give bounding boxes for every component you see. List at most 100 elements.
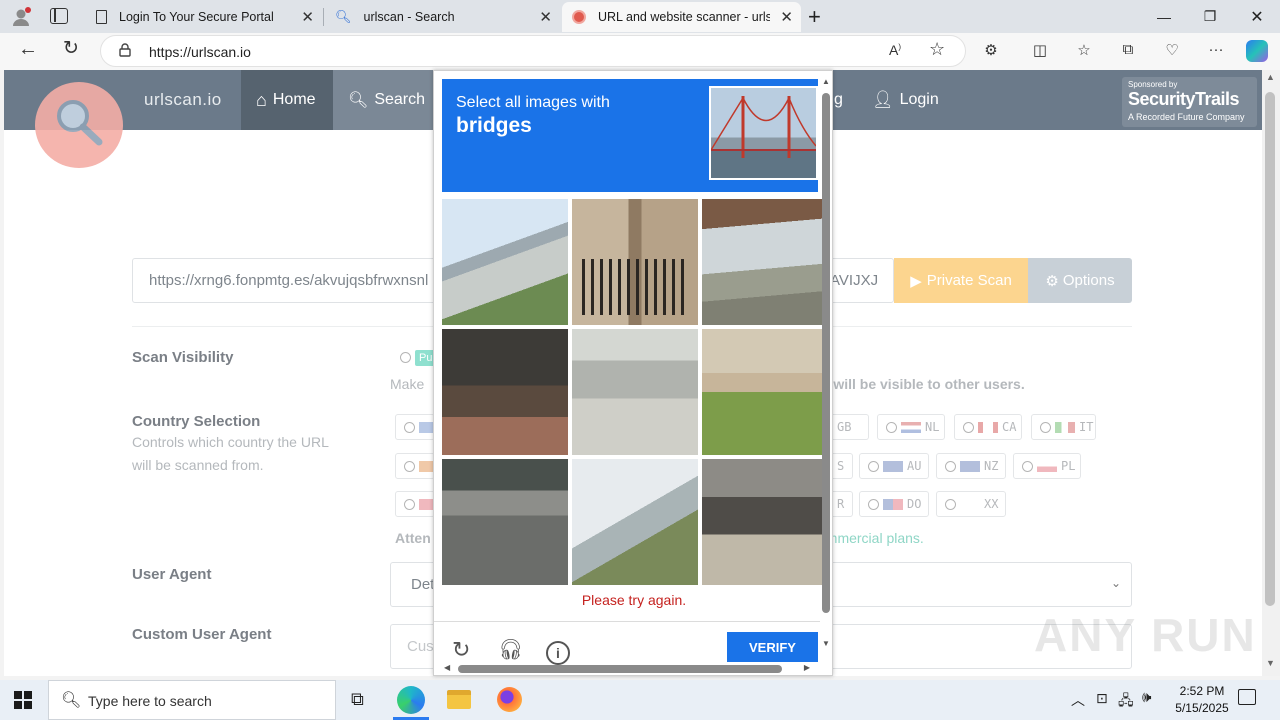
captcha-hscrollbar[interactable]: ◀ ▶ — [444, 663, 810, 675]
scroll-down-icon[interactable]: ▼ — [1266, 658, 1275, 668]
notifications-icon[interactable] — [1238, 689, 1256, 705]
more-menu-icon[interactable]: ··· — [1206, 41, 1226, 58]
country-code: NZ — [984, 459, 999, 473]
country-option-gb[interactable]: GB — [829, 414, 869, 440]
back-icon[interactable]: ← — [18, 38, 38, 61]
tab-urlscan-search[interactable]: 🔍︎ urlscan - Search ✕ — [325, 2, 560, 32]
scroll-up-icon[interactable]: ▲ — [822, 77, 830, 86]
scroll-down-icon[interactable]: ▼ — [822, 639, 830, 648]
country-option-ca[interactable]: CA — [954, 414, 1022, 440]
country-option-partial[interactable] — [395, 414, 435, 440]
sponsor-small: Sponsored by — [1128, 80, 1178, 89]
country-option-au[interactable]: AU — [859, 453, 929, 479]
captcha-tile[interactable] — [442, 199, 568, 325]
clock-date[interactable]: 5/15/2025 — [1165, 701, 1239, 715]
audio-challenge-icon[interactable]: 🎧︎ — [498, 637, 523, 662]
nav-search[interactable]: 🔍︎ Search — [333, 70, 433, 130]
country-option-pl[interactable]: PL — [1013, 453, 1081, 479]
scroll-right-icon[interactable]: ▶ — [804, 663, 810, 672]
country-option-do[interactable]: DO — [859, 491, 929, 517]
show-hidden-icons-icon[interactable]: ︿ — [1071, 690, 1085, 710]
edge-taskbar-icon[interactable] — [397, 686, 425, 714]
captcha-tile[interactable] — [702, 329, 828, 455]
site-brand[interactable]: urlscan.io — [144, 90, 222, 110]
refresh-icon[interactable]: ↻ — [61, 37, 81, 60]
info-icon[interactable]: i — [546, 641, 570, 665]
tab-login-portal[interactable]: Login To Your Secure Portal ✕ — [86, 2, 322, 32]
collections-icon[interactable]: ⧉ — [1118, 41, 1138, 58]
captcha-tile[interactable] — [702, 199, 828, 325]
nav-partial-item[interactable]: g — [834, 70, 843, 130]
firefox-icon[interactable] — [497, 687, 522, 712]
custom-user-agent-placeholder: Cus — [407, 638, 434, 655]
country-option-nz[interactable]: NZ — [936, 453, 1006, 479]
minimize-icon[interactable]: — — [1141, 0, 1187, 33]
nav-search-label: Search — [374, 91, 426, 108]
commercial-plans-link[interactable]: ommercial plans. — [818, 530, 924, 546]
network-icon[interactable]: 🖧︎ — [1118, 690, 1134, 714]
country-radio — [945, 498, 956, 510]
taskbar-search-box[interactable]: 🔍︎ Type here to search — [48, 680, 336, 720]
favorites-icon[interactable]: ☆ — [1074, 41, 1094, 59]
country-code: AU — [907, 459, 922, 473]
gear-icon: ⚙ — [1045, 272, 1059, 290]
scroll-left-icon[interactable]: ◀ — [444, 663, 450, 672]
scroll-thumb[interactable] — [458, 665, 782, 673]
country-help-line2: will be scanned from. — [132, 457, 264, 473]
captcha-tile[interactable] — [572, 459, 698, 585]
volume-icon[interactable]: 🕪︎ — [1142, 689, 1151, 706]
captcha-vscrollbar[interactable]: ▲ ▼ — [820, 77, 832, 657]
restore-icon[interactable]: ❐ — [1187, 0, 1233, 33]
file-explorer-icon[interactable] — [447, 690, 471, 709]
copilot-icon[interactable] — [1246, 40, 1268, 62]
split-screen-icon[interactable]: ◫ — [1030, 41, 1050, 59]
tab-urlscan-scanner[interactable]: URL and website scanner - urlsca ✕ — [562, 2, 801, 32]
country-option-partial[interactable] — [395, 491, 435, 517]
captcha-tile[interactable] — [702, 459, 828, 585]
page-scrollbar[interactable]: ▲ ▼ — [1262, 70, 1280, 676]
visibility-public-radio[interactable] — [400, 352, 411, 363]
captcha-tile[interactable] — [572, 329, 698, 455]
clock-time[interactable]: 2:52 PM — [1172, 684, 1232, 698]
au-flag-icon — [883, 460, 903, 472]
captcha-tile[interactable] — [442, 459, 568, 585]
captcha-tile[interactable] — [572, 199, 698, 325]
captcha-tile[interactable] — [442, 329, 568, 455]
country-option-partial[interactable] — [395, 453, 435, 479]
new-tab-icon[interactable]: + — [808, 4, 821, 30]
country-radio — [945, 460, 956, 472]
extensions-icon[interactable]: ⚙ — [981, 41, 1001, 59]
read-aloud-icon[interactable]: A) — [889, 42, 901, 58]
country-option-xx[interactable]: XX — [936, 491, 1006, 517]
task-view-icon[interactable]: ⧉ — [351, 689, 364, 710]
options-button[interactable]: ⚙ Options — [1028, 258, 1132, 303]
close-window-icon[interactable]: ✕ — [1234, 0, 1280, 33]
nav-login[interactable]: 👤︎ Login — [872, 70, 939, 130]
captcha-error: Please try again. — [581, 592, 687, 608]
user-agent-value: Det — [411, 576, 435, 593]
address-field[interactable]: https://urlscan.io A) ☆ — [100, 35, 966, 67]
urlscan-logo[interactable] — [35, 82, 123, 168]
scroll-thumb[interactable] — [1265, 92, 1275, 606]
profile-icon[interactable] — [10, 6, 32, 28]
favorite-star-icon[interactable]: ☆ — [929, 39, 945, 60]
tab-actions-icon[interactable] — [50, 8, 68, 24]
country-option-nl[interactable]: NL — [877, 414, 945, 440]
it-flag-icon — [1055, 421, 1075, 433]
close-tab-icon[interactable]: ✕ — [301, 8, 314, 26]
device-icon[interactable]: ⊡ — [1096, 690, 1108, 707]
browser-tab-bar: Login To Your Secure Portal ✕ 🔍︎ urlscan… — [0, 0, 1280, 33]
scroll-up-icon[interactable]: ▲ — [1266, 72, 1275, 82]
browser-essentials-icon[interactable]: ♡ — [1162, 41, 1182, 59]
close-tab-icon[interactable]: ✕ — [780, 8, 793, 26]
reload-icon[interactable]: ↻ — [452, 637, 470, 663]
securitytrails-sponsor[interactable]: Sponsored by SecurityTrails A Recorded F… — [1122, 77, 1257, 127]
country-option-it[interactable]: IT — [1031, 414, 1096, 440]
country-code: NL — [925, 420, 940, 434]
verify-button[interactable]: VERIFY — [727, 632, 818, 662]
nav-home[interactable]: ⌂ Home — [241, 70, 333, 130]
private-scan-button[interactable]: ▶ Private Scan — [894, 258, 1028, 303]
close-tab-icon[interactable]: ✕ — [539, 8, 552, 26]
start-windows-icon[interactable] — [14, 691, 32, 709]
scroll-thumb[interactable] — [822, 93, 830, 613]
